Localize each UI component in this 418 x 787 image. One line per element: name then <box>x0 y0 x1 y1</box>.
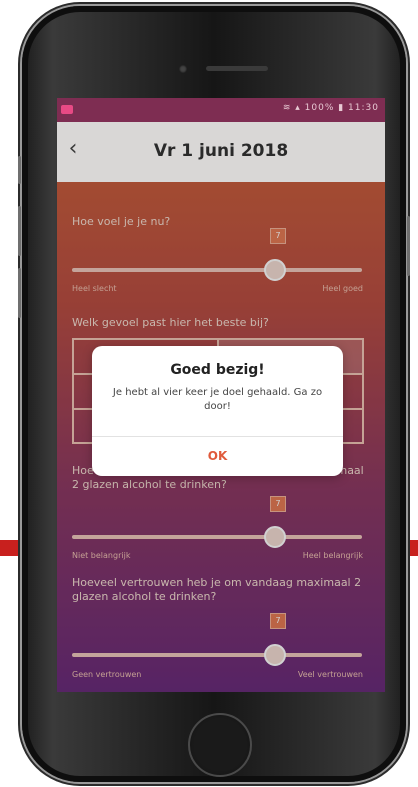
app-notification-icon <box>61 105 73 114</box>
dialog-title: Goed bezig! <box>170 362 265 378</box>
camera-icon <box>179 65 187 73</box>
status-bar: ≋ ▴ 100% ▮ 11:30 <box>57 98 385 122</box>
ok-button[interactable]: OK <box>92 437 343 476</box>
volume-down-button <box>18 268 21 318</box>
power-button <box>407 216 410 276</box>
page-title: Vr 1 juni 2018 <box>153 141 289 161</box>
speaker-grille <box>206 66 268 71</box>
red-accent-bar-right <box>406 540 418 556</box>
status-indicators: ≋ ▴ 100% ▮ 11:30 <box>282 103 379 113</box>
home-button[interactable] <box>188 713 252 777</box>
app-screen: ≋ ▴ 100% ▮ 11:30 ‹ Vr 1 juni 2018 Hoe vo… <box>57 98 385 692</box>
mute-switch <box>18 156 21 184</box>
volume-up-button <box>18 206 21 256</box>
dialog-message: Je hebt al vier keer je doel gehaald. Ga… <box>112 387 323 412</box>
alert-dialog: Goed bezig! Je hebt al vier keer je doel… <box>92 346 343 476</box>
app-header: ‹ Vr 1 juni 2018 <box>57 122 385 182</box>
